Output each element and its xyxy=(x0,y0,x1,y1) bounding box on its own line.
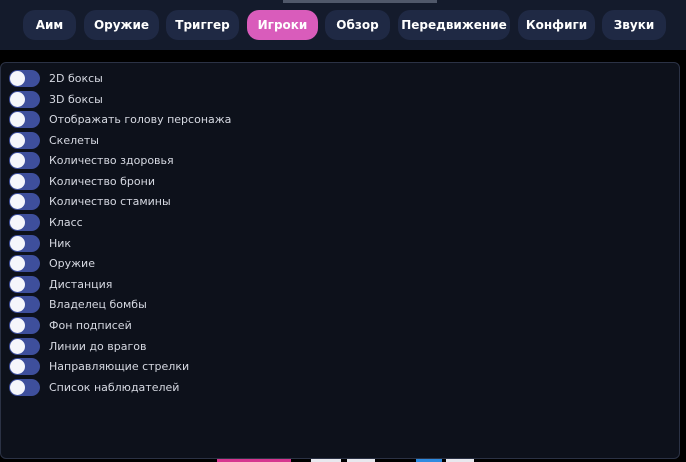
toggle-knob xyxy=(10,380,25,395)
option-toggle[interactable] xyxy=(9,70,40,87)
option-toggle[interactable] xyxy=(9,296,40,313)
option-toggle[interactable] xyxy=(9,173,40,190)
option-label: Линии до врагов xyxy=(49,340,147,353)
tab-sounds[interactable]: Звуки xyxy=(602,10,666,40)
toggle-knob xyxy=(10,174,25,189)
option-row: Список наблюдателей xyxy=(9,379,409,396)
option-row: 2D боксы xyxy=(9,70,409,87)
option-label: Дистанция xyxy=(49,278,113,291)
option-label: Количество брони xyxy=(49,175,155,188)
option-row: Класс xyxy=(9,214,409,231)
option-row: Линии до врагов xyxy=(9,338,409,355)
toggle-knob xyxy=(10,112,25,127)
toggle-knob xyxy=(10,215,25,230)
toggle-knob xyxy=(10,236,25,251)
tab-movement[interactable]: Передвижение xyxy=(398,10,510,40)
option-toggle[interactable] xyxy=(9,358,40,375)
option-row: 3D боксы xyxy=(9,91,409,108)
option-toggle[interactable] xyxy=(9,235,40,252)
option-row: Фон подписей xyxy=(9,317,409,334)
option-label: Класс xyxy=(49,216,83,229)
toggle-knob xyxy=(10,92,25,107)
app-window: Аим Оружие Триггер Игроки Обзор Передвиж… xyxy=(0,0,686,462)
option-row: Дистанция xyxy=(9,276,409,293)
tab-aim[interactable]: Аим xyxy=(23,10,76,40)
option-label: 3D боксы xyxy=(49,93,103,106)
tab-configs[interactable]: Конфиги xyxy=(518,10,595,40)
top-navigation-bar: Аим Оружие Триггер Игроки Обзор Передвиж… xyxy=(0,0,686,50)
toggle-knob xyxy=(10,297,25,312)
option-label: Количество стамины xyxy=(49,195,171,208)
option-toggle[interactable] xyxy=(9,152,40,169)
option-label: Количество здоровья xyxy=(49,154,174,167)
option-label: Направляющие стрелки xyxy=(49,360,190,373)
tab-overview[interactable]: Обзор xyxy=(325,10,390,40)
option-label: 2D боксы xyxy=(49,72,103,85)
toggle-knob xyxy=(10,133,25,148)
option-toggle[interactable] xyxy=(9,338,40,355)
option-row: Владелец бомбы xyxy=(9,296,409,313)
option-label: Список наблюдателей xyxy=(49,381,180,394)
tab-trigger[interactable]: Триггер xyxy=(166,10,239,40)
option-toggle[interactable] xyxy=(9,214,40,231)
toggle-knob xyxy=(10,194,25,209)
option-label: Отображать голову персонажа xyxy=(49,113,232,126)
option-label: Фон подписей xyxy=(49,319,132,332)
toggle-knob xyxy=(10,339,25,354)
tab-weapons[interactable]: Оружие xyxy=(84,10,159,40)
toggle-knob xyxy=(10,153,25,168)
option-row: Количество брони xyxy=(9,173,409,190)
option-row: Отображать голову персонажа xyxy=(9,111,409,128)
option-label: Владелец бомбы xyxy=(49,298,147,311)
option-row: Направляющие стрелки xyxy=(9,358,409,375)
toggle-knob xyxy=(10,256,25,271)
option-label: Ник xyxy=(49,237,72,250)
tab-bar: Аим Оружие Триггер Игроки Обзор Передвиж… xyxy=(0,10,686,40)
option-toggle[interactable] xyxy=(9,91,40,108)
option-toggle[interactable] xyxy=(9,193,40,210)
option-row: Количество здоровья xyxy=(9,152,409,169)
option-row: Оружие xyxy=(9,255,409,272)
toggle-knob xyxy=(10,359,25,374)
option-label: Оружие xyxy=(49,257,95,270)
toggle-knob xyxy=(10,71,25,86)
option-toggle[interactable] xyxy=(9,132,40,149)
option-toggle[interactable] xyxy=(9,276,40,293)
toggle-knob xyxy=(10,277,25,292)
option-toggle[interactable] xyxy=(9,111,40,128)
option-label: Скелеты xyxy=(49,134,99,147)
top-edge-divider xyxy=(283,0,437,3)
players-settings-panel: 2D боксы 3D боксы Отображать голову перс… xyxy=(0,62,680,459)
option-row: Скелеты xyxy=(9,132,409,149)
option-toggle[interactable] xyxy=(9,255,40,272)
option-row: Количество стамины xyxy=(9,193,409,210)
toggle-knob xyxy=(10,318,25,333)
option-row: Ник xyxy=(9,235,409,252)
option-toggle[interactable] xyxy=(9,379,40,396)
tab-players[interactable]: Игроки xyxy=(247,10,318,40)
option-toggle[interactable] xyxy=(9,317,40,334)
